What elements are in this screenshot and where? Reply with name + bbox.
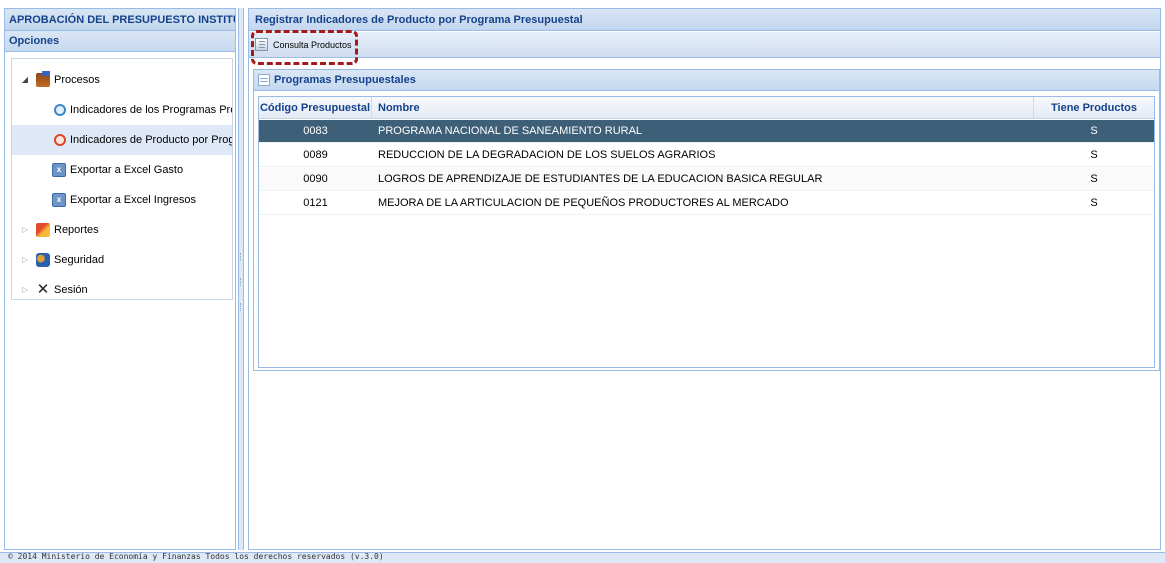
tools-icon: ✕	[36, 281, 50, 298]
expanded-arrow-icon[interactable]: ◢	[20, 65, 30, 95]
programas-panel: Programas Presupuestales Código Presupue…	[253, 69, 1160, 371]
table-row[interactable]: 0083 PROGRAMA NACIONAL DE SANEAMIENTO RU…	[259, 120, 1154, 143]
tree-node-indicadores-programas[interactable]: Indicadores de los Programas Presupuesta…	[12, 95, 232, 125]
cell-nombre: REDUCCION DE LA DEGRADACION DE LOS SUELO…	[378, 149, 716, 161]
options-header[interactable]: Opciones	[5, 31, 235, 52]
page-title: Registrar Indicadores de Producto por Pr…	[249, 9, 1160, 31]
document-icon	[255, 38, 268, 51]
cell-codigo: 0089	[303, 149, 328, 161]
cell-codigo: 0090	[303, 173, 328, 185]
app-title: APROBACIÓN DEL PRESUPUESTO INSTITUCIONAL	[5, 9, 235, 31]
users-icon	[36, 253, 50, 267]
toolbar: Consulta Productos	[249, 32, 1160, 58]
collapsed-arrow-icon[interactable]: ▷	[20, 275, 30, 305]
tree-node-label: Seguridad	[54, 254, 105, 266]
cell-tiene-productos: S	[1090, 197, 1098, 209]
cell-tiene-productos: S	[1090, 149, 1098, 161]
splitter-grip-icon	[240, 278, 242, 286]
tree-node-procesos[interactable]: ◢ Procesos	[12, 65, 232, 95]
report-icon	[36, 223, 50, 237]
tree-node-sesion[interactable]: ▷ ✕ Sesión	[12, 275, 232, 305]
excel-icon: x	[52, 193, 66, 207]
tree-node-label: Indicadores de Producto por Programa	[70, 134, 232, 146]
cell-tiene-productos: S	[1090, 125, 1098, 137]
indicator-icon	[54, 104, 66, 116]
tree-node-exportar-ingresos[interactable]: x Exportar a Excel Ingresos	[12, 185, 232, 215]
grid-header: Código Presupuestal Nombre Tiene Product…	[259, 97, 1154, 119]
footer: © 2014 Ministerio de Economía y Finanzas…	[0, 552, 1165, 563]
table-row[interactable]: 0089 REDUCCION DE LA DEGRADACION DE LOS …	[259, 144, 1154, 167]
main-panel: Registrar Indicadores de Producto por Pr…	[248, 8, 1161, 550]
column-header-nombre[interactable]: Nombre	[372, 97, 1034, 119]
table-row[interactable]: 0121 MEJORA DE LA ARTICULACION DE PEQUEÑ…	[259, 192, 1154, 215]
indicator-red-icon	[54, 134, 66, 146]
tree-node-label: Indicadores de los Programas Presupuesta…	[70, 104, 232, 116]
tree-node-label: Exportar a Excel Ingresos	[70, 194, 196, 206]
tree-node-reportes[interactable]: ▷ Reportes	[12, 215, 232, 245]
tree-node-label: Exportar a Excel Gasto	[70, 164, 184, 176]
cell-tiene-productos: S	[1090, 173, 1098, 185]
collapsed-arrow-icon[interactable]: ▷	[20, 245, 30, 275]
table-row[interactable]: 0090 LOGROS DE APRENDIZAJE DE ESTUDIANTE…	[259, 168, 1154, 191]
tree-node-label: Reportes	[54, 224, 99, 236]
folder-icon	[36, 71, 50, 87]
tree-node-indicadores-producto[interactable]: Indicadores de Producto por Programa	[12, 125, 232, 155]
programas-grid: Código Presupuestal Nombre Tiene Product…	[258, 96, 1155, 368]
cell-nombre: PROGRAMA NACIONAL DE SANEAMIENTO RURAL	[378, 125, 643, 137]
tree-node-exportar-gasto[interactable]: x Exportar a Excel Gasto	[12, 155, 232, 185]
options-panel: APROBACIÓN DEL PRESUPUESTO INSTITUCIONAL…	[4, 8, 236, 550]
splitter-grip-icon	[240, 253, 242, 261]
panel-splitter[interactable]	[238, 8, 244, 550]
cell-codigo: 0121	[303, 197, 328, 209]
consulta-productos-label: Consulta Productos	[273, 40, 352, 50]
tree-node-seguridad[interactable]: ▷ Seguridad	[12, 245, 232, 275]
excel-icon: x	[52, 163, 66, 177]
options-tree: ◢ Procesos Indicadores de los Programas …	[11, 58, 233, 300]
consulta-productos-button[interactable]: Consulta Productos	[253, 36, 356, 54]
programas-panel-title: Programas Presupuestales	[274, 74, 416, 86]
programas-panel-header: Programas Presupuestales	[254, 70, 1159, 91]
collapsed-arrow-icon[interactable]: ▷	[20, 215, 30, 245]
tree-node-label: Sesión	[54, 284, 88, 296]
cell-nombre: MEJORA DE LA ARTICULACION DE PEQUEÑOS PR…	[378, 197, 789, 209]
column-header-codigo[interactable]: Código Presupuestal	[259, 97, 372, 119]
splitter-grip-icon	[240, 303, 242, 311]
cell-codigo: 0083	[303, 125, 328, 137]
grid-icon	[258, 74, 270, 86]
tree-node-label: Procesos	[54, 74, 100, 86]
copyright-text: © 2014 Ministerio de Economía y Finanzas…	[8, 552, 384, 561]
cell-nombre: LOGROS DE APRENDIZAJE DE ESTUDIANTES DE …	[378, 173, 823, 185]
column-header-tiene-productos[interactable]: Tiene Productos	[1034, 97, 1154, 119]
